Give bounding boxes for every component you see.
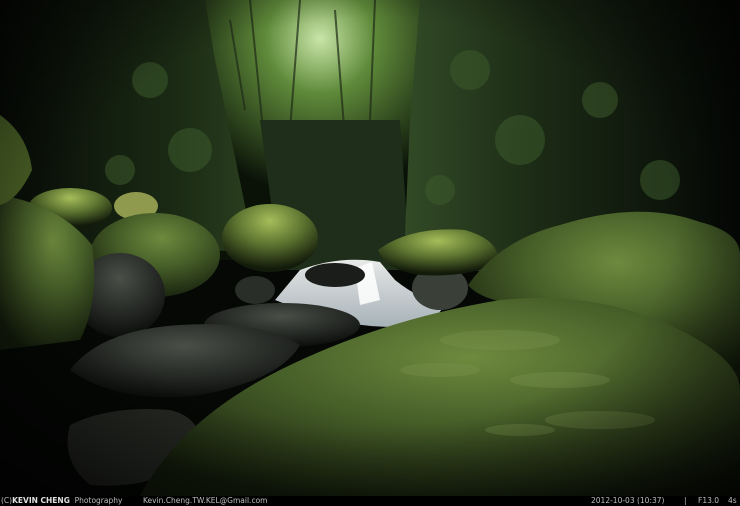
caption-credit: (C)KEVIN CHENG Photography [1,496,122,506]
author-role: Photography [74,496,123,505]
copyright-symbol: (C) [1,496,13,505]
caption-separator: | [684,496,687,505]
vignette [0,0,740,496]
author-email: Kevin.Cheng.TW.KEL@Gmail.com [143,496,268,505]
landscape-photo [0,0,740,496]
author-name: KEVIN CHENG [12,496,70,505]
photo-caption-bar: (C)KEVIN CHENG Photography Kevin.Cheng.T… [0,496,740,506]
shutter-speed: 4s [728,496,737,505]
aperture-value: F13.0 [698,496,720,505]
capture-datetime: 2012-10-03 (10:37) [591,496,665,505]
